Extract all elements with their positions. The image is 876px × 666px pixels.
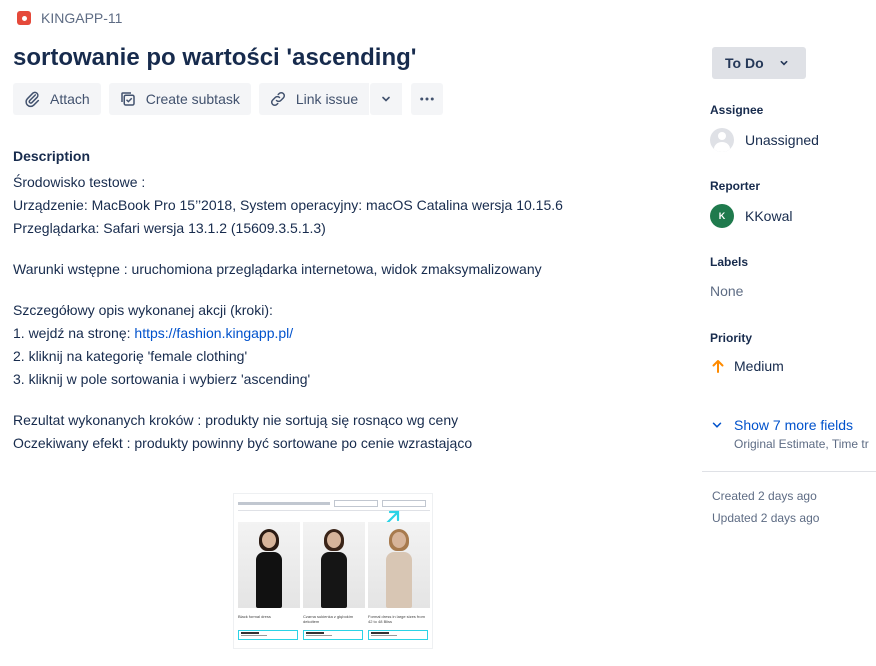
priority-label: Priority xyxy=(710,331,753,345)
divider xyxy=(702,471,876,472)
chevron-down-icon xyxy=(780,60,788,66)
shop-link[interactable]: https://fashion.kingapp.pl/ xyxy=(134,325,293,341)
description-line: 2. kliknij na kategorię 'female clothing… xyxy=(13,348,248,364)
chevron-down-icon xyxy=(712,422,722,428)
product-price-highlight xyxy=(368,630,428,640)
assignee-label: Assignee xyxy=(710,103,764,117)
create-subtask-label: Create subtask xyxy=(145,91,240,107)
description-body[interactable]: Środowisko testowe : Urządzenie: MacBook… xyxy=(13,171,673,455)
product-card: Formal dress in large sizes from 42 to 4… xyxy=(368,522,430,640)
step-text: 1. wejdź na stronę: xyxy=(13,325,135,341)
status-label: To Do xyxy=(725,55,764,71)
attach-label: Attach xyxy=(50,91,90,107)
assignee-field[interactable]: Unassigned xyxy=(710,128,819,152)
breadcrumb: KINGAPP-11 xyxy=(17,9,122,27)
priority-value: Medium xyxy=(734,358,784,374)
product-photo xyxy=(303,522,365,608)
description-line: Oczekiwany efekt : produkty powinny być … xyxy=(13,435,473,451)
show-more-fields-button[interactable]: Show 7 more fields xyxy=(710,417,853,433)
avatar: K xyxy=(710,204,734,228)
issue-title[interactable]: sortowanie po wartości 'ascending' xyxy=(13,44,417,72)
bug-icon xyxy=(17,11,31,25)
product-price-highlight xyxy=(238,630,298,640)
description-line: Urządzenie: MacBook Pro 15’’2018, System… xyxy=(13,197,563,213)
link-issue-button[interactable]: Link issue xyxy=(258,83,370,115)
product-name: Formal dress in large sizes from 42 to 4… xyxy=(368,614,425,624)
labels-label: Labels xyxy=(710,255,749,269)
attach-button[interactable]: Attach xyxy=(13,83,101,115)
priority-field[interactable]: Medium xyxy=(710,358,784,374)
thumbnail-breadcrumb xyxy=(238,498,430,508)
chevron-down-icon xyxy=(382,96,390,102)
created-date: Created 2 days ago xyxy=(712,489,817,503)
description-line: Środowisko testowe : xyxy=(13,174,146,190)
issue-key[interactable]: KINGAPP-11 xyxy=(41,10,122,26)
product-name: Black formal dress xyxy=(238,614,271,619)
paperclip-icon xyxy=(25,91,40,108)
link-issue-dropdown-button[interactable] xyxy=(370,83,403,115)
show-more-fields-label: Show 7 more fields xyxy=(734,417,854,433)
reporter-value: KKowal xyxy=(745,208,793,224)
description-line: 3. kliknij w pole sortowania i wybierz '… xyxy=(13,371,311,387)
link-issue-group: Link issue xyxy=(258,83,403,115)
more-actions-button[interactable] xyxy=(411,83,444,115)
user-icon xyxy=(710,128,734,152)
product-name: Czarna sukienka z głębokim dekoltem xyxy=(303,614,354,624)
subtask-icon xyxy=(120,92,135,106)
status-button[interactable]: To Do xyxy=(712,47,806,79)
product-photo xyxy=(238,522,300,608)
description-line: Przeglądarka: Safari wersja 13.1.2 (1560… xyxy=(13,220,326,236)
description-line: Warunki wstępne : uruchomiona przeglądar… xyxy=(13,261,542,277)
create-subtask-button[interactable]: Create subtask xyxy=(108,83,251,115)
labels-field[interactable]: None xyxy=(710,283,743,299)
description-line: Szczegółowy opis wykonanej akcji (kroki)… xyxy=(13,302,273,318)
product-card: Czarna sukienka z głębokim dekoltem xyxy=(303,522,365,640)
priority-medium-icon xyxy=(712,360,724,373)
reporter-label: Reporter xyxy=(710,179,761,193)
description-line: Rezultat wykonanych kroków : produkty ni… xyxy=(13,412,459,428)
issue-toolbar: Attach Create subtask Link issue xyxy=(13,83,444,115)
link-issue-label: Link issue xyxy=(295,91,359,107)
attachment-thumbnail[interactable]: Black formal dress Czarna sukienka z głę… xyxy=(233,493,433,649)
labels-value: None xyxy=(710,283,744,299)
description-step-1: 1. wejdź na stronę: https://fashion.king… xyxy=(13,322,673,345)
assignee-value: Unassigned xyxy=(745,132,819,148)
more-fields-summary: Original Estimate, Time tr xyxy=(734,437,869,451)
product-photo xyxy=(368,522,430,608)
reporter-field[interactable]: K KKowal xyxy=(710,204,792,228)
product-price-highlight xyxy=(303,630,363,640)
product-card: Black formal dress xyxy=(238,522,300,640)
description-heading: Description xyxy=(13,148,91,164)
more-icon xyxy=(420,97,434,101)
link-icon xyxy=(270,91,285,107)
updated-date: Updated 2 days ago xyxy=(712,511,820,525)
